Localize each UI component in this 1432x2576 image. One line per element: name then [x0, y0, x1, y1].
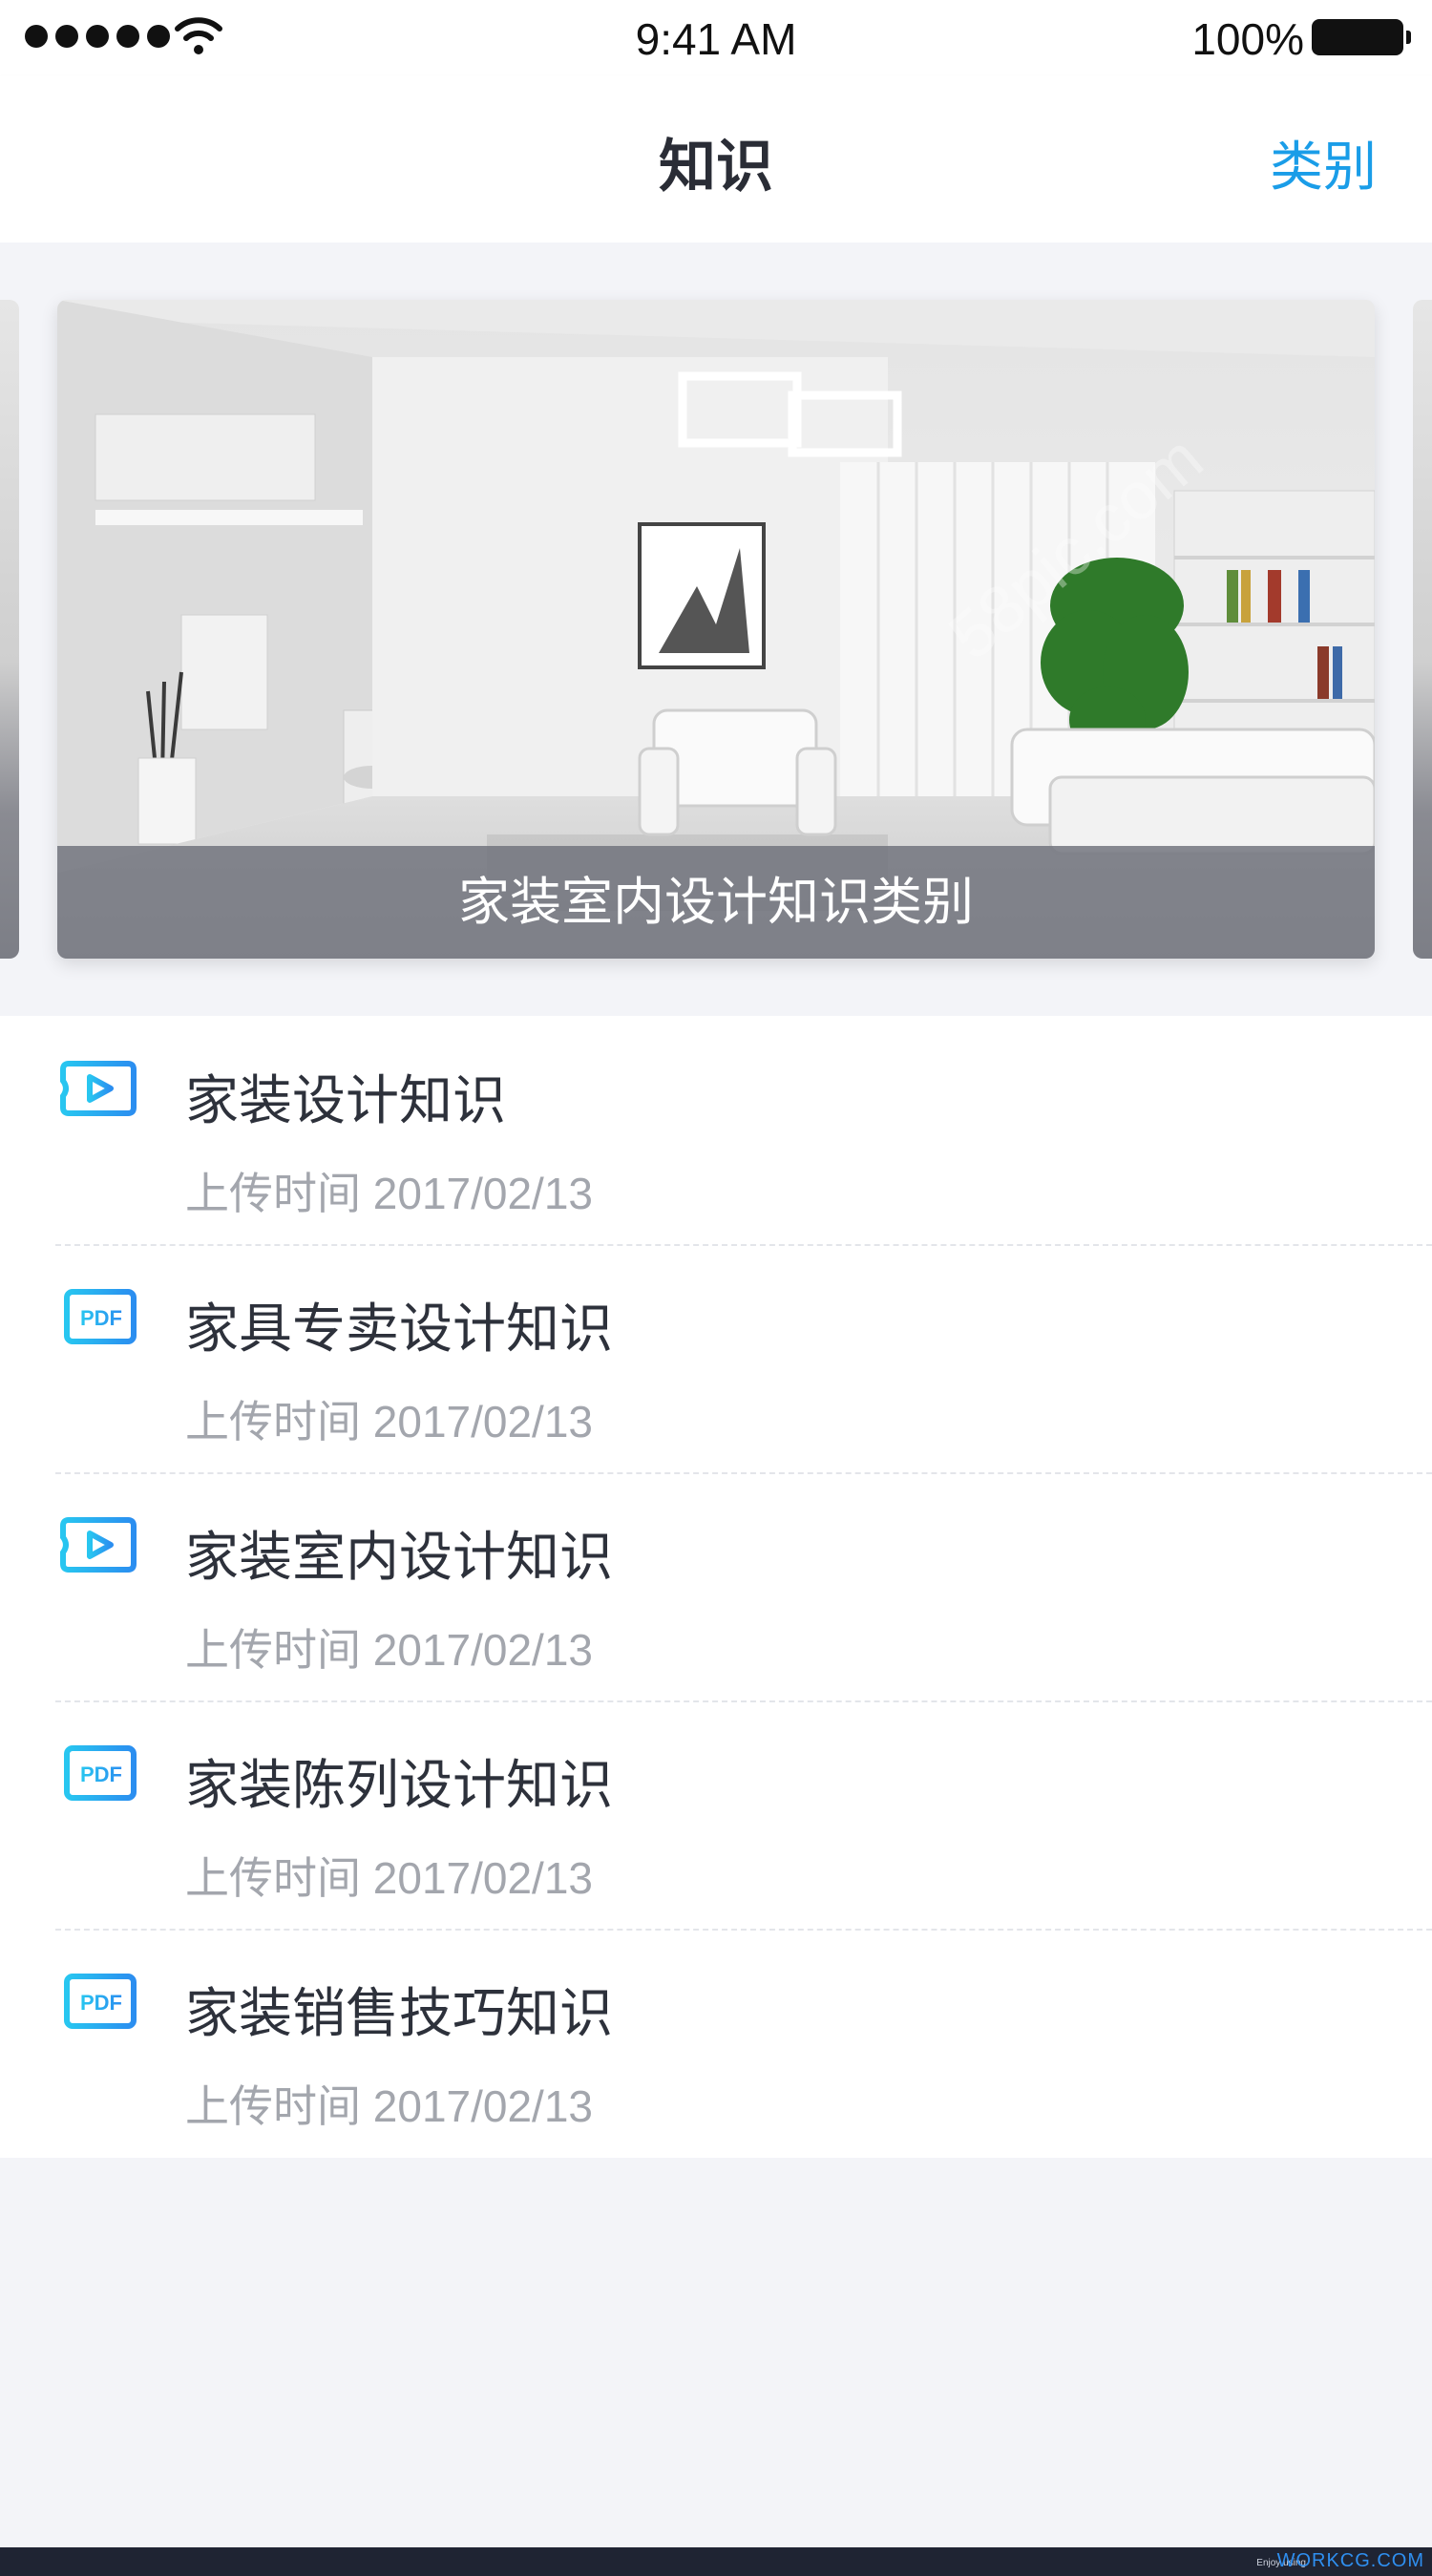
svg-text:PDF: PDF	[80, 1991, 122, 2015]
banner-slide[interactable]: 58pic.com 家装室内设计知识类别	[57, 300, 1375, 959]
battery-percent: 100%	[1191, 14, 1304, 64]
knowledge-list: 家装设计知识 上传时间 2017/02/13 PDF 家具专卖设计知识 上传时间…	[0, 1016, 1432, 2158]
item-title: 家装销售技巧知识	[185, 1983, 613, 2043]
list-item[interactable]: PDF 家具专卖设计知识 上传时间 2017/02/13	[0, 1244, 1432, 1472]
pdf-file-icon: PDF	[56, 1286, 139, 1347]
item-title: 家具专卖设计知识	[185, 1299, 613, 1359]
status-bar: 9:41 AM 100%	[0, 0, 1432, 76]
item-title: 家装陈列设计知识	[185, 1755, 613, 1815]
carousel-previous-slide[interactable]	[0, 300, 19, 959]
credit-bar: Enjoy using WORKCG.COM	[0, 2547, 1432, 2576]
list-item[interactable]: 家装室内设计知识 上传时间 2017/02/13	[0, 1472, 1432, 1700]
carousel-next-slide[interactable]	[1413, 300, 1432, 959]
video-play-icon	[57, 1058, 139, 1119]
list-item[interactable]: 家装设计知识 上传时间 2017/02/13	[0, 1016, 1432, 1244]
item-title: 家装室内设计知识	[185, 1527, 613, 1587]
svg-text:PDF: PDF	[80, 1763, 122, 1786]
list-item[interactable]: PDF 家装销售技巧知识 上传时间 2017/02/13	[0, 1929, 1432, 2157]
video-play-icon	[57, 1514, 139, 1575]
pdf-file-icon: PDF	[56, 1971, 139, 2032]
banner-caption: 家装室内设计知识类别	[57, 846, 1375, 959]
credit-brand: WORKCG.COM	[1276, 2550, 1424, 2571]
category-button[interactable]: 类别	[1270, 124, 1377, 201]
item-title: 家装设计知识	[185, 1070, 506, 1130]
item-upload-time: 上传时间 2017/02/13	[185, 1397, 594, 1446]
item-upload-time: 上传时间 2017/02/13	[185, 1853, 594, 1903]
item-upload-time: 上传时间 2017/02/13	[185, 1169, 594, 1218]
battery-icon	[1312, 19, 1411, 55]
list-item[interactable]: PDF 家装陈列设计知识 上传时间 2017/02/13	[0, 1700, 1432, 1929]
item-upload-time: 上传时间 2017/02/13	[185, 2081, 594, 2131]
item-upload-time: 上传时间 2017/02/13	[185, 1625, 594, 1675]
svg-text:PDF: PDF	[80, 1306, 122, 1330]
page-title: 知识	[659, 135, 773, 199]
navigation-bar: 知识 类别	[0, 76, 1432, 243]
pdf-file-icon: PDF	[56, 1742, 139, 1804]
banner-carousel[interactable]: 58pic.com 家装室内设计知识类别	[0, 243, 1432, 1016]
knowledge-screen: 9:41 AM 100% 知识 类别 58pic.com 家装室内设计知识类别 …	[0, 0, 1432, 2576]
